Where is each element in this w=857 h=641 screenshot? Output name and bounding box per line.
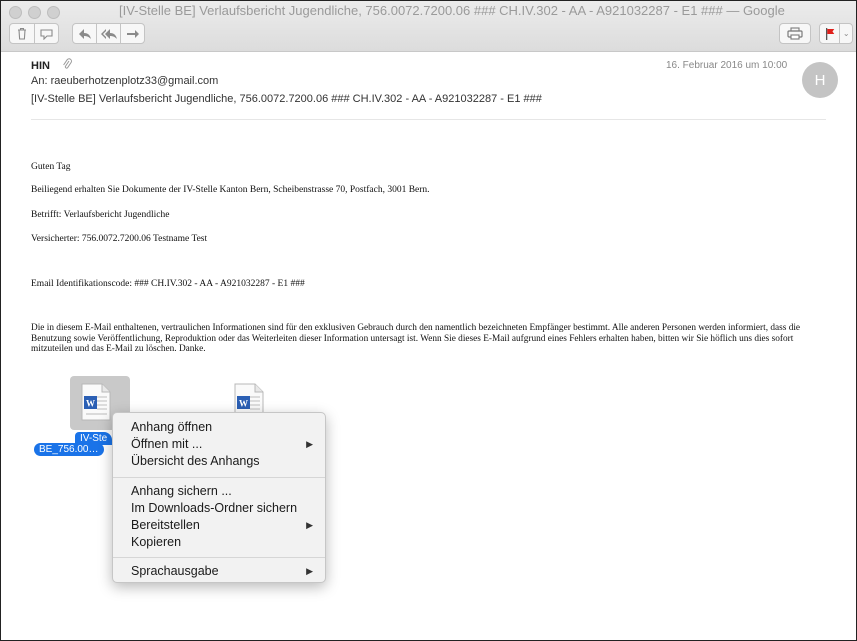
menu-item-label: Übersicht des Anhangs (131, 454, 260, 468)
menu-separator (113, 557, 325, 558)
word-document-icon[interactable]: W (81, 383, 111, 421)
menu-item-label: Kopieren (131, 535, 182, 549)
greeting: Guten Tag (31, 162, 71, 172)
menu-item-speech[interactable]: Sprachausgabe ▶ (113, 563, 325, 580)
attachment-context-menu: Anhang öffnen Öffnen mit ... ▶ Übersicht … (112, 412, 326, 583)
junk-icon[interactable] (35, 24, 59, 43)
email-date: 16. Februar 2016 um 10:00 (666, 60, 788, 71)
body-line-2: Betrifft: Verlaufsbericht Jugendliche (31, 210, 170, 220)
identification-code: Email Identifikationscode: ### CH.IV.302… (31, 279, 305, 289)
reply-group (72, 23, 145, 44)
mail-window: [IV-Stelle BE] Verlaufsbericht Jugendlic… (0, 0, 857, 641)
titlebar: [IV-Stelle BE] Verlaufsbericht Jugendlic… (1, 1, 856, 52)
email-subject: [IV-Stelle BE] Verlaufsbericht Jugendlic… (31, 93, 542, 105)
avatar: H (802, 62, 838, 98)
chevron-down-icon[interactable]: ⌄ (840, 24, 852, 43)
flag-icon[interactable] (820, 24, 841, 43)
menu-item-label: Bereitstellen (131, 518, 200, 532)
printer-icon[interactable] (779, 23, 811, 44)
menu-item-open-attachment[interactable]: Anhang öffnen (113, 419, 325, 436)
submenu-arrow-icon: ▶ (306, 566, 313, 576)
menu-separator (113, 477, 325, 478)
close-window-button[interactable] (9, 6, 22, 19)
submenu-arrow-icon: ▶ (306, 439, 313, 449)
trash-icon[interactable] (10, 24, 35, 43)
menu-item-label: Anhang sichern ... (131, 484, 232, 498)
svg-text:W: W (86, 399, 95, 409)
menu-item-open-with[interactable]: Öffnen mit ... ▶ (113, 436, 325, 453)
forward-icon[interactable] (121, 24, 144, 43)
attachment-1-label-line2[interactable]: BE_756.00… (34, 443, 104, 456)
window-title: [IV-Stelle BE] Verlaufsbericht Jugendlic… (119, 3, 785, 18)
minimize-window-button[interactable] (28, 6, 41, 19)
menu-item-label: Im Downloads-Ordner sichern (131, 501, 298, 515)
svg-text:W: W (239, 399, 248, 409)
zoom-window-button[interactable] (47, 6, 60, 19)
recipient-address[interactable]: raeuberhotzenplotz33@gmail.com (51, 75, 219, 87)
menu-item-label: Öffnen mit ... (131, 437, 203, 451)
menu-item-save-attachment[interactable]: Anhang sichern ... (113, 483, 325, 500)
body-line-1: Beiliegend erhalten Sie Dokumente der IV… (31, 185, 430, 195)
flag-menu-group: ⌄ (819, 23, 853, 44)
to-label: An: (31, 75, 48, 87)
delete-junk-group (9, 23, 59, 44)
disclaimer: Die in diesem E-Mail enthaltenen, vertra… (31, 323, 801, 354)
sender-name: HIN (31, 60, 50, 72)
paperclip-icon (62, 58, 72, 73)
menu-item-save-to-downloads[interactable]: Im Downloads-Ordner sichern (113, 500, 325, 517)
header-divider (31, 119, 826, 120)
reply-all-icon[interactable] (97, 24, 121, 43)
reply-icon[interactable] (73, 24, 97, 43)
submenu-arrow-icon: ▶ (306, 520, 313, 530)
menu-item-copy[interactable]: Kopieren (113, 534, 325, 551)
recipient-line: An: raeuberhotzenplotz33@gmail.com (31, 75, 218, 87)
menu-item-quick-look[interactable]: Übersicht des Anhangs (113, 453, 325, 470)
menu-item-label: Anhang öffnen (131, 420, 213, 434)
menu-item-share[interactable]: Bereitstellen ▶ (113, 517, 325, 534)
menu-item-label: Sprachausgabe (131, 564, 219, 578)
body-line-3: Versicherter: 756.0072.7200.06 Testname … (31, 234, 208, 244)
